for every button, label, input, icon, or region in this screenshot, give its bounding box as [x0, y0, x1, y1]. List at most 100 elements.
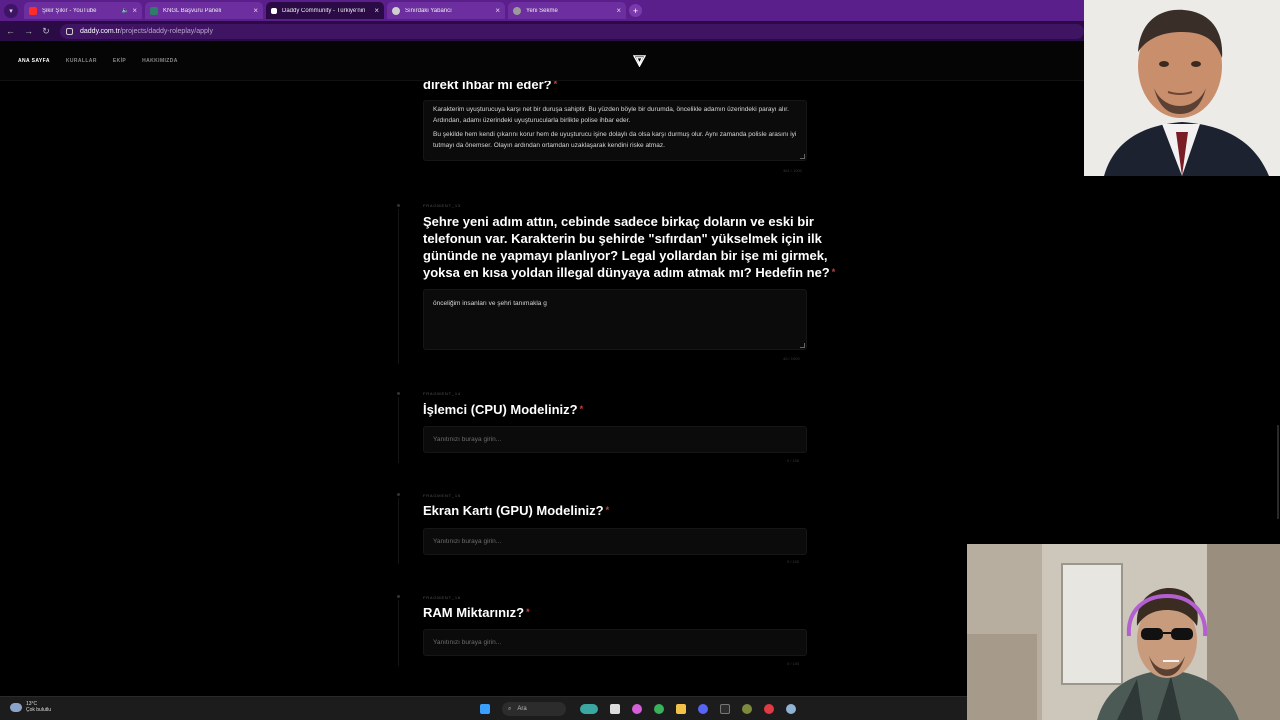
required-mark: *	[605, 505, 610, 515]
required-mark: *	[526, 607, 530, 617]
answer-text-p1: Karakterim uyuşturucuya karşı net bir du…	[433, 106, 789, 124]
streamer-camera-icon	[967, 544, 1280, 720]
weather-widget[interactable]: 13°C Çok bulutlu	[10, 701, 51, 713]
question-title: Ekran Kartı (GPU) Modeliniz? *	[423, 502, 843, 519]
steam-icon[interactable]	[786, 704, 796, 714]
back-arrow-icon[interactable]: ←	[6, 26, 15, 36]
question-title-text: Ekran Kartı (GPU) Modeliniz?	[423, 503, 604, 518]
webcam-overlay-bottom	[967, 544, 1280, 720]
required-mark: *	[553, 81, 558, 89]
url-field[interactable]: daddy.com.tr/projects/daddy-roleplay/app…	[60, 23, 1084, 39]
gpu-input[interactable]: Yanıtınızı buraya girin...	[423, 528, 807, 555]
speaker-icon[interactable]: 🔈	[122, 7, 129, 14]
char-counter: 0 / 100	[787, 559, 800, 564]
question-title: RAM Miktarınız? *	[423, 604, 843, 621]
fragment-label: FRAGMENT_14	[423, 391, 461, 396]
tab-title: KNGL Başvuru Paneli	[163, 7, 222, 14]
browser-tab-0[interactable]: Şikir Şıkır - YouTube 🔈 ×	[24, 2, 142, 19]
cpu-input[interactable]: Yanıtınızı buraya girin...	[423, 426, 807, 453]
input-placeholder: Yanıtınızı buraya girin...	[433, 538, 502, 545]
site-info-icon[interactable]	[66, 27, 73, 35]
required-mark: *	[831, 267, 836, 277]
required-mark: *	[579, 404, 584, 414]
tab-title: Yeni Sekme	[526, 7, 558, 14]
address-bar-row: ← → ↻ daddy.com.tr/projects/daddy-rolepl…	[0, 21, 1084, 41]
site-nav: ANA SAYFA KURALLAR EKİP HAKKIMIZDA	[18, 58, 194, 64]
char-counter: 0 / 100	[787, 458, 800, 463]
browser-tab-3[interactable]: Sınırdaki Yabancı ×	[387, 2, 505, 19]
discord-icon[interactable]	[698, 704, 708, 714]
input-placeholder: Yanıtınızı buraya girin...	[433, 639, 502, 646]
nav-team[interactable]: EKİP	[113, 58, 126, 64]
cloud-icon	[10, 702, 22, 712]
answer-textarea-13[interactable]: önceliğim insanları ve şehri tanımakla g	[423, 289, 807, 350]
char-counter: 0 / 100	[787, 661, 800, 666]
nav-home[interactable]: ANA SAYFA	[18, 58, 50, 64]
answer-text: önceliğim insanları ve şehri tanımakla g	[433, 300, 547, 307]
nav-about[interactable]: HAKKIMIZDA	[142, 58, 178, 64]
close-tab-icon[interactable]: ×	[374, 6, 379, 15]
search-icon: ⌕	[508, 705, 512, 712]
windows-start-icon[interactable]	[480, 704, 490, 714]
answer-text-p2: Bu şekilde hem kendi çıkarını korur hem …	[433, 131, 797, 149]
question-15: Ekran Kartı (GPU) Modeliniz? *	[423, 502, 843, 519]
terminal-icon[interactable]	[720, 704, 730, 714]
webcam-overlay-top	[1084, 0, 1280, 176]
char-counter: 40 / 1000	[783, 356, 800, 361]
fragment-label: FRAGMENT_15	[423, 493, 461, 498]
timeline-dot	[397, 595, 400, 598]
forward-arrow-icon[interactable]: →	[24, 26, 33, 36]
close-tab-icon[interactable]: ×	[495, 6, 500, 15]
question-13: Şehre yeni adım attın, cebinde sadece bi…	[423, 213, 843, 281]
taskbar-search[interactable]: ⌕ Ara	[502, 702, 566, 716]
opera-gx-icon[interactable]	[764, 704, 774, 714]
ram-input[interactable]: Yanıtınızı buraya girin...	[423, 629, 807, 656]
weather-condition: Çok bulutlu	[26, 707, 52, 713]
timeline-line	[398, 498, 399, 564]
close-tab-icon[interactable]: ×	[253, 6, 258, 15]
reload-icon[interactable]: ↻	[42, 26, 50, 37]
timeline-line	[398, 209, 399, 364]
question-14: İşlemci (CPU) Modeliniz? *	[423, 401, 843, 418]
input-placeholder: Yanıtınızı buraya girin...	[433, 436, 502, 443]
tab-title: Şikir Şıkır - YouTube	[42, 7, 97, 14]
question-prev: direkt ihbar mı eder? *	[423, 81, 843, 93]
youtube-icon	[29, 6, 37, 15]
browser-tab-1[interactable]: KNGL Başvuru Paneli ×	[145, 2, 263, 19]
question-16: RAM Miktarınız? *	[423, 604, 843, 621]
resize-grip-icon[interactable]	[800, 343, 805, 348]
timeline-dot	[397, 204, 400, 207]
scrollbar-thumb[interactable]	[1277, 425, 1279, 519]
browser-tab-2[interactable]: Daddy Community - Türkiye'nin ×	[266, 2, 384, 19]
daddy-logo-icon[interactable]	[633, 54, 646, 67]
game-icon[interactable]	[742, 704, 752, 714]
nav-rules[interactable]: KURALLAR	[66, 58, 97, 64]
panel-favicon-icon	[150, 6, 158, 15]
person-portrait-icon	[1084, 0, 1280, 176]
daddy-favicon-icon	[271, 7, 277, 14]
chrome-icon[interactable]	[654, 704, 664, 714]
copilot-icon[interactable]	[632, 704, 642, 714]
question-title-text: Şehre yeni adım attın, cebinde sadece bi…	[423, 214, 830, 280]
timeline-dot	[397, 493, 400, 496]
close-tab-icon[interactable]: ×	[616, 6, 621, 15]
task-view-icon[interactable]	[610, 704, 620, 714]
widgets-icon[interactable]	[580, 704, 598, 714]
fragment-label: FRAGMENT_16	[423, 595, 461, 600]
tab-title: Daddy Community - Türkiye'nin	[282, 7, 366, 14]
close-tab-icon[interactable]: ×	[132, 6, 137, 15]
file-explorer-icon[interactable]	[676, 704, 686, 714]
tab-search-chevron-icon[interactable]: ▾	[4, 3, 18, 18]
fragment-label: FRAGMENT_13	[423, 203, 461, 208]
resize-grip-icon[interactable]	[800, 154, 805, 159]
question-title-text: İşlemci (CPU) Modeliniz?	[423, 402, 578, 417]
char-counter: 361 / 1000	[783, 168, 802, 173]
answer-textarea-prev[interactable]: Karakterim uyuşturucuya karşı net bir du…	[423, 100, 807, 161]
browser-tab-4[interactable]: Yeni Sekme ×	[508, 2, 626, 19]
question-title: direkt ihbar mı eder? *	[423, 81, 843, 93]
timeline-dot	[397, 392, 400, 395]
timeline-line	[398, 600, 399, 666]
new-tab-plus-icon[interactable]: +	[629, 4, 642, 17]
tab-title: Sınırdaki Yabancı	[405, 7, 452, 14]
url-host: daddy.com.tr	[80, 27, 120, 35]
